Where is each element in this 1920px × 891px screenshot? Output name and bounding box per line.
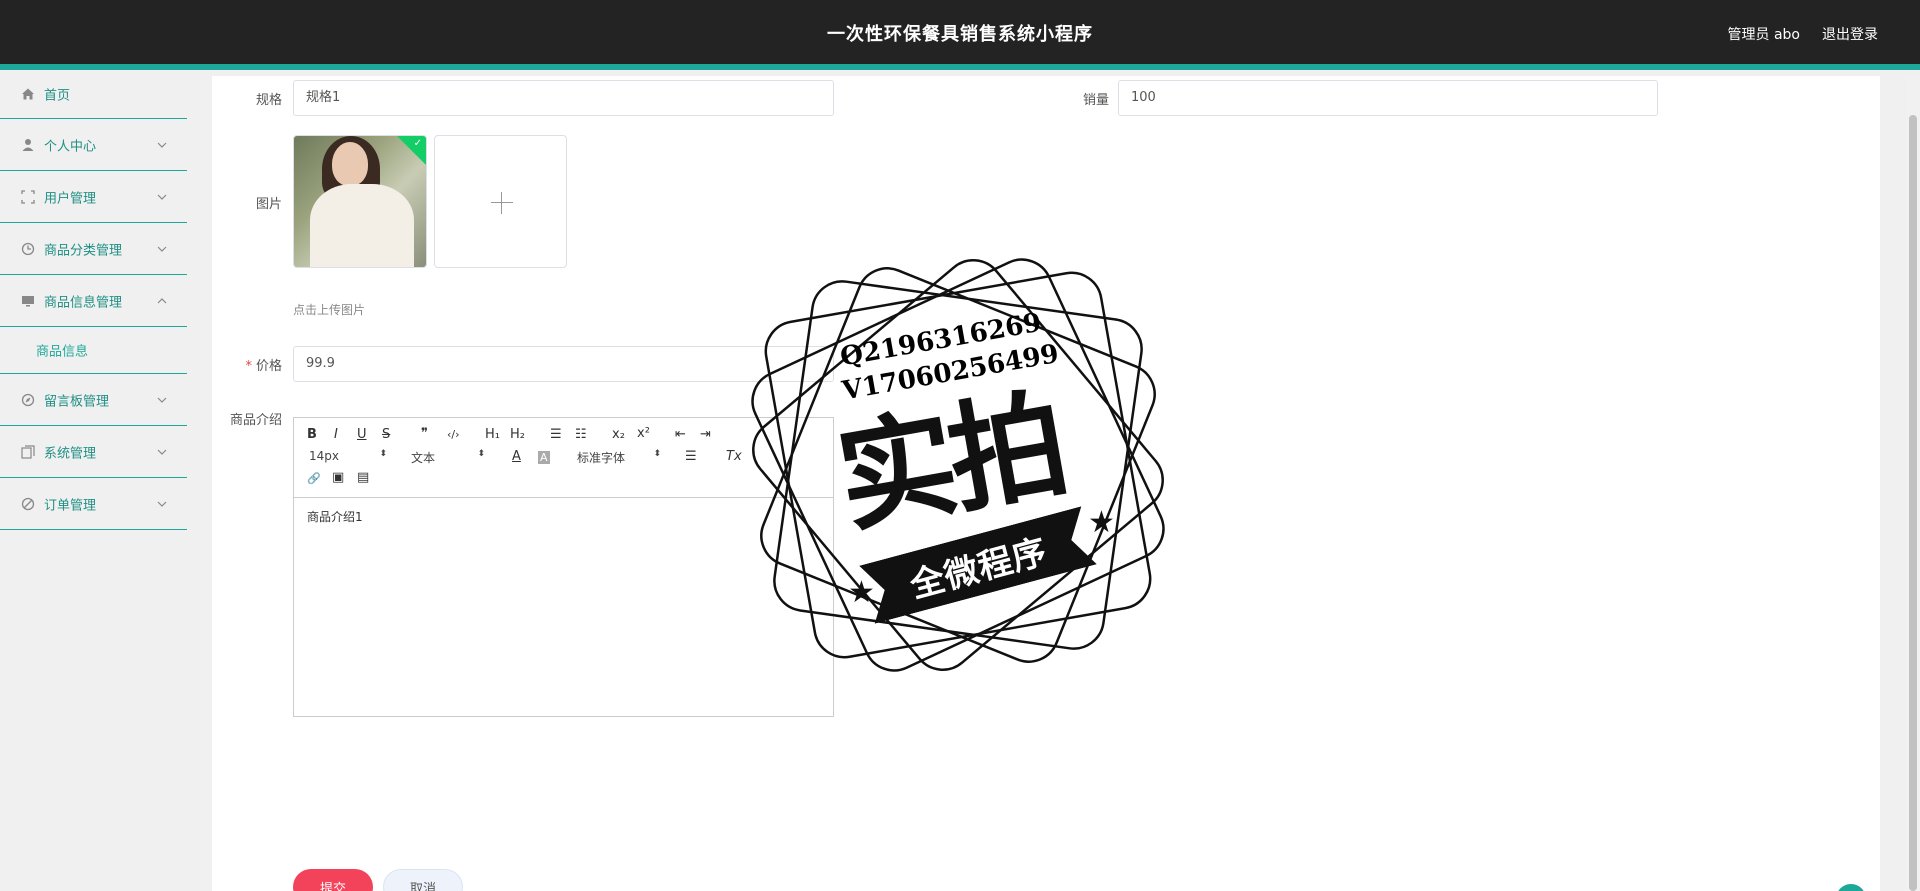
chevron-down-icon	[157, 449, 167, 455]
italic-button[interactable]: I	[334, 427, 338, 442]
admin-user-label: 管理员 abo	[1727, 27, 1800, 43]
sold-out-icon	[21, 497, 35, 510]
sidebar-item-label: 系统管理	[44, 446, 97, 461]
sidebar-item-message-board[interactable]: 留言板管理	[0, 374, 187, 426]
font-color-button[interactable]: A	[512, 449, 521, 464]
subscript-button[interactable]: x₂	[612, 427, 625, 442]
upload-success-badge	[397, 136, 426, 165]
select-arrow-icon: ⬍	[477, 449, 485, 459]
sidebar-item-label: 商品分类管理	[44, 243, 123, 258]
submit-button[interactable]: 提交	[293, 869, 373, 891]
align-button[interactable]: ☰	[685, 449, 697, 464]
link-button[interactable]: 🔗	[307, 472, 321, 485]
ordered-list-button[interactable]: ☰	[550, 427, 562, 442]
sidebar-item-label: 留言板管理	[44, 394, 110, 409]
cancel-button[interactable]: 取消	[383, 869, 463, 891]
select-arrow-icon: ⬍	[653, 449, 661, 459]
home-icon	[22, 88, 34, 100]
price-label: * 价格	[245, 359, 282, 374]
stamp-main-text: 实拍	[827, 374, 1073, 550]
superscript-button[interactable]: x²	[637, 426, 650, 441]
sidebar-item-label: 商品信息管理	[44, 295, 123, 310]
upload-hint: 点击上传图片	[293, 303, 366, 317]
strike-button[interactable]: S	[382, 427, 390, 442]
sidebar-item-system-management[interactable]: 系统管理	[0, 426, 187, 478]
sidebar-item-label: 首页	[44, 88, 71, 104]
image-button[interactable]: ▣	[332, 470, 344, 485]
bold-button[interactable]: B	[307, 427, 317, 442]
sidebar: 首页 个人中心 用户管理 商品分类管理 商品信息管理 商品信息 留言板管理 系统…	[0, 70, 187, 891]
sidebar-item-product-info-management[interactable]: 商品信息管理	[0, 275, 187, 327]
header-1-button[interactable]: H₁	[485, 427, 500, 442]
monitor-icon	[22, 295, 34, 306]
star-icon: ★	[848, 575, 875, 610]
intro-label: 商品介绍	[229, 413, 282, 428]
app-title: 一次性环保餐具销售系统小程序	[827, 24, 1093, 45]
sales-input[interactable]: 100	[1118, 80, 1658, 116]
sidebar-subitem-product-info: 商品信息	[0, 327, 187, 374]
select-arrow-icon: ⬍	[379, 449, 387, 459]
sidebar-item-label: 个人中心	[44, 139, 97, 154]
top-header: 一次性环保餐具销售系统小程序 管理员 abo 退出登录	[0, 0, 1920, 70]
star-icon: ★	[1088, 505, 1115, 540]
page-scrollbar-thumb[interactable]	[1909, 115, 1917, 891]
sidebar-subitem-label[interactable]: 商品信息	[36, 341, 88, 360]
sidebar-item-user-management[interactable]: 用户管理	[0, 171, 187, 223]
logout-link[interactable]: 退出登录	[1822, 24, 1878, 44]
image-label: 图片	[255, 197, 282, 212]
background-color-button[interactable]: A	[538, 451, 550, 464]
sales-label: 销量	[1082, 93, 1109, 108]
chevron-down-icon	[157, 194, 167, 200]
underline-button[interactable]: U	[357, 427, 367, 442]
chevron-up-icon	[157, 297, 167, 303]
sidebar-item-personal-center[interactable]: 个人中心	[0, 119, 187, 171]
chevron-down-icon	[157, 397, 167, 403]
spec-label: 规格	[255, 93, 282, 108]
clock-icon	[21, 242, 35, 255]
sidebar-item-home[interactable]: 首页	[0, 70, 187, 119]
code-block-button[interactable]: ‹/›	[447, 428, 460, 441]
chevron-down-icon	[157, 142, 167, 148]
spec-input[interactable]: 规格1	[293, 80, 834, 116]
watermark-stamp: Q2196316269 V17060256499 实拍 全微程序 ★ ★	[748, 255, 1168, 675]
sidebar-item-order-management[interactable]: 订单管理	[0, 478, 187, 530]
sidebar-item-label: 订单管理	[44, 498, 97, 513]
image-upload-button[interactable]	[434, 135, 567, 268]
person-icon	[22, 138, 34, 151]
fullscreen-icon	[21, 189, 35, 204]
font-size-select[interactable]: 14px ⬍	[309, 449, 387, 463]
compass-icon	[21, 393, 35, 406]
blockquote-button[interactable]: ❞	[421, 426, 428, 441]
plus-icon	[491, 202, 513, 203]
outdent-button[interactable]: ⇤	[675, 427, 686, 442]
font-family-select[interactable]: 标准字体 ⬍	[577, 449, 661, 466]
header-2-button[interactable]: H₂	[510, 427, 525, 442]
uploaded-image-thumbnail[interactable]: ✓	[293, 135, 427, 268]
sidebar-item-label: 用户管理	[44, 191, 97, 206]
sidebar-item-category-management[interactable]: 商品分类管理	[0, 223, 187, 275]
video-button[interactable]: ▤	[357, 470, 369, 485]
header-select[interactable]: 文本 ⬍	[411, 449, 485, 466]
bullet-list-button[interactable]: ☷	[575, 427, 587, 442]
check-icon: ✓	[413, 138, 422, 149]
clean-format-button[interactable]: Tx	[726, 449, 742, 464]
chevron-down-icon	[157, 501, 167, 507]
chevron-down-icon	[157, 246, 167, 252]
indent-button[interactable]: ⇥	[700, 427, 711, 442]
required-marker: *	[245, 359, 252, 374]
copy-icon	[21, 444, 35, 459]
